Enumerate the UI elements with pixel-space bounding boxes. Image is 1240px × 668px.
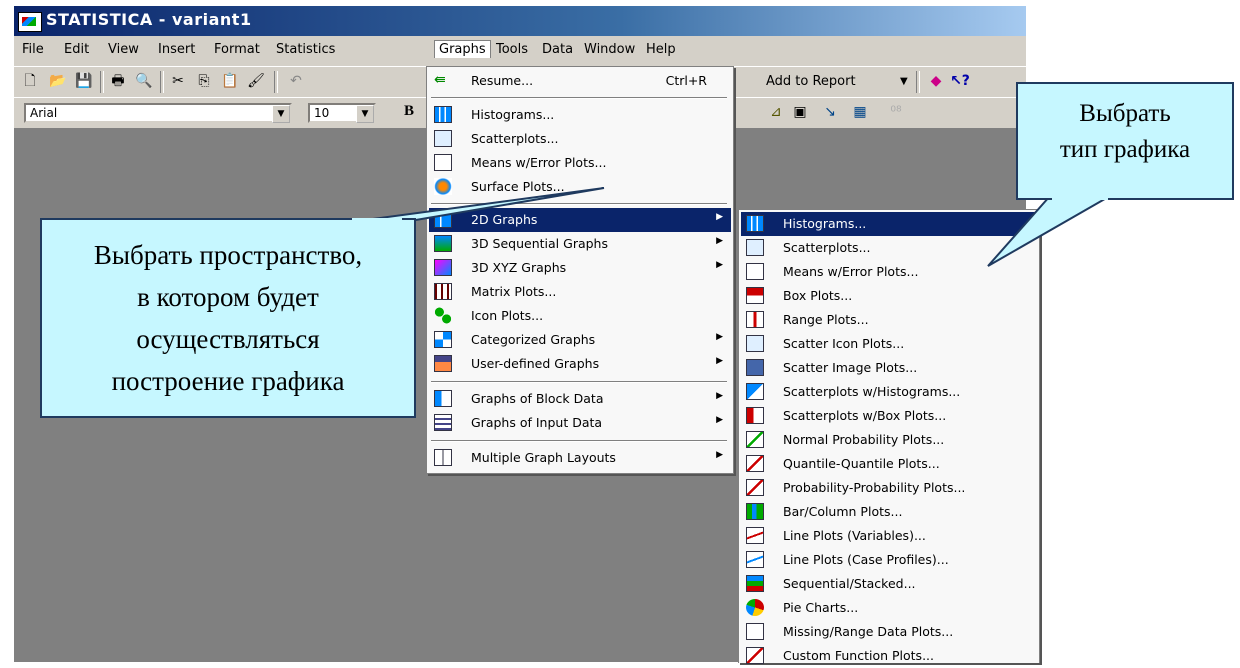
callout-pointer-joins: [352, 196, 1108, 222]
